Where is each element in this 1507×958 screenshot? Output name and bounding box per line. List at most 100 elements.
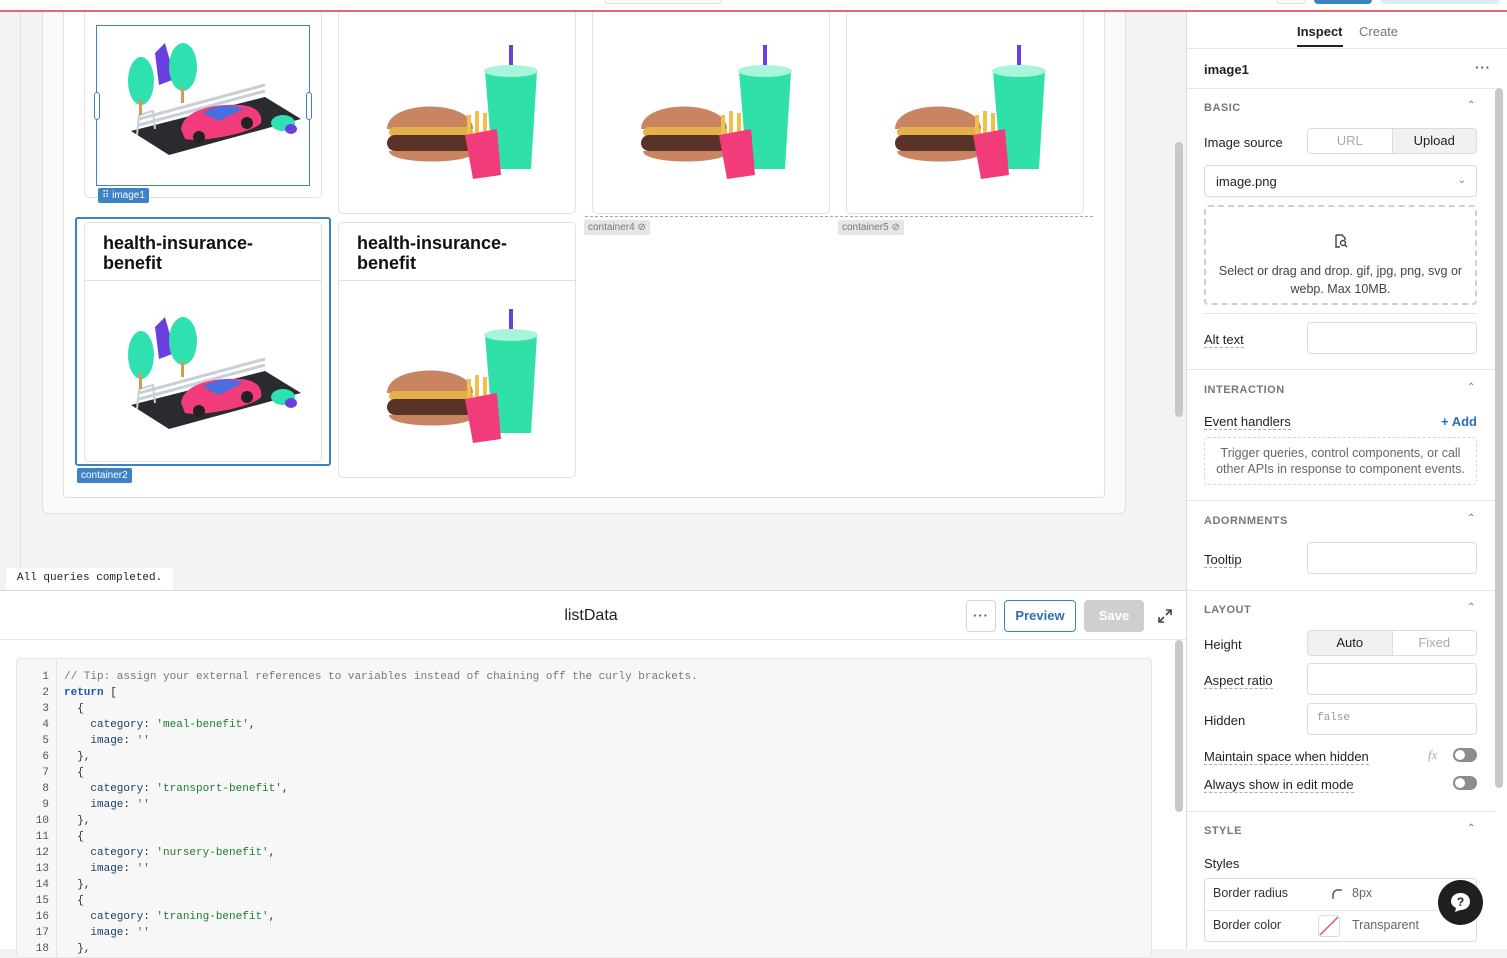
tab-create[interactable]: Create xyxy=(1359,24,1398,39)
canvas-guide-line xyxy=(20,12,21,572)
fx-icon[interactable]: fx xyxy=(1428,747,1437,763)
top-toolbar-strip xyxy=(0,0,1507,12)
source-upload-option[interactable]: Upload xyxy=(1391,129,1476,153)
code-line[interactable]: 1 // Tip: assign your external references… xyxy=(17,669,1151,685)
code-text: image: '' xyxy=(64,797,150,813)
hidden-input[interactable]: false xyxy=(1307,703,1477,735)
chevron-up-icon[interactable]: ⌃ xyxy=(1467,602,1475,613)
code-line[interactable]: 13 image: '' xyxy=(17,861,1151,877)
section-interaction-heading[interactable]: INTERACTION xyxy=(1204,384,1285,396)
code-editor[interactable]: 1 // Tip: assign your external references… xyxy=(16,658,1152,958)
card-title: health-insurance-benefit xyxy=(339,223,575,281)
image-source-label: Image source xyxy=(1204,135,1283,150)
component-name[interactable]: image1 xyxy=(1204,62,1249,77)
code-line[interactable]: 14 }, xyxy=(17,877,1151,893)
aspect-ratio-input[interactable] xyxy=(1307,663,1477,695)
inspector-tabs: Inspect Create xyxy=(1187,12,1507,49)
toolbar-secondary-button[interactable] xyxy=(1380,0,1500,4)
code-line[interactable]: 8 category: 'transport-benefit', xyxy=(17,781,1151,797)
food-card-4[interactable]: health-insurance-benefit xyxy=(338,222,576,478)
toolbar-input[interactable] xyxy=(604,0,722,4)
code-line[interactable]: 5 image: '' xyxy=(17,733,1151,749)
code-line[interactable]: 11 { xyxy=(17,829,1151,845)
code-line[interactable]: 12 category: 'nursery-benefit', xyxy=(17,845,1151,861)
code-line[interactable]: 3 { xyxy=(17,701,1151,717)
height-fixed-option[interactable]: Fixed xyxy=(1392,631,1476,655)
code-line[interactable]: 15 { xyxy=(17,893,1151,909)
code-text: { xyxy=(64,893,84,909)
code-line[interactable]: 10 }, xyxy=(17,813,1151,829)
code-token: , xyxy=(248,719,256,731)
code-line[interactable]: 9 image: '' xyxy=(17,797,1151,813)
add-event-handler-button[interactable]: + Add xyxy=(1441,414,1477,429)
section-layout-heading[interactable]: LAYOUT xyxy=(1204,604,1251,616)
line-number: 5 xyxy=(42,735,49,747)
food-card-3[interactable] xyxy=(846,12,1084,214)
divider xyxy=(1187,369,1495,370)
component-more-button[interactable]: ··· xyxy=(1475,60,1491,75)
image1-resize-left-handle[interactable] xyxy=(94,92,100,120)
chevron-up-icon[interactable]: ⌃ xyxy=(1467,100,1475,111)
help-icon: ? xyxy=(1451,893,1470,912)
code-line[interactable]: 17 image: '' xyxy=(17,925,1151,941)
code-text: { xyxy=(64,701,84,717)
drop-zone-indicator xyxy=(585,216,1093,217)
code-token: : xyxy=(143,719,157,731)
car-card-2[interactable]: health-insurance-benefit xyxy=(84,222,322,462)
code-token: '' xyxy=(136,799,150,811)
toolbar-button[interactable] xyxy=(1276,0,1306,4)
border-color-label[interactable]: Border color xyxy=(1213,918,1281,932)
image-file-value: image.png xyxy=(1216,174,1277,189)
canvas-scroll-thumb[interactable] xyxy=(1175,142,1183,417)
image-file-select[interactable]: image.png ⌄ xyxy=(1204,165,1477,197)
tab-inspect[interactable]: Inspect xyxy=(1297,24,1343,47)
height-auto-option[interactable]: Auto xyxy=(1308,631,1393,655)
tooltip-label: Tooltip xyxy=(1204,552,1242,568)
query-more-button[interactable]: ··· xyxy=(966,600,996,632)
chevron-up-icon[interactable]: ⌃ xyxy=(1467,382,1475,393)
transparent-swatch-icon[interactable] xyxy=(1318,915,1340,937)
border-color-value[interactable]: Transparent xyxy=(1352,918,1419,932)
food-card-2[interactable] xyxy=(592,12,830,214)
help-button[interactable]: ? xyxy=(1438,880,1483,925)
code-line[interactable]: 4 category: 'meal-benefit', xyxy=(17,717,1151,733)
tooltip-input[interactable] xyxy=(1307,542,1477,574)
border-radius-label[interactable]: Border radius xyxy=(1213,886,1288,900)
image1-resize-right-handle[interactable] xyxy=(306,92,312,120)
code-line[interactable]: 7 { xyxy=(17,765,1151,781)
editor-scrollbar[interactable] xyxy=(1172,640,1186,949)
container5-tag[interactable]: container5 ⊘ xyxy=(838,220,904,235)
image1-tag[interactable]: ⠿ image1 xyxy=(98,188,149,203)
container5-tag-label: container5 xyxy=(842,222,889,233)
section-basic-heading[interactable]: BASIC xyxy=(1204,102,1241,114)
code-line[interactable]: 6 }, xyxy=(17,749,1151,765)
section-adornments-heading[interactable]: ADORNMENTS xyxy=(1204,515,1288,527)
container4-tag[interactable]: container4 ⊘ xyxy=(584,220,650,235)
always-show-toggle[interactable] xyxy=(1453,776,1477,790)
line-number: 11 xyxy=(35,831,49,843)
styles-list: Border radius 8px Border color Transpare… xyxy=(1204,878,1477,942)
container2-tag[interactable]: container2 xyxy=(77,468,132,483)
chevron-up-icon[interactable]: ⌃ xyxy=(1467,823,1475,834)
maintain-space-toggle[interactable] xyxy=(1453,748,1477,762)
query-editor-header: listData ··· Preview Save xyxy=(0,590,1186,640)
file-drop-zone[interactable]: Select or drag and drop. gif, jpg, png, … xyxy=(1204,205,1477,305)
code-token: category xyxy=(64,783,144,795)
code-line[interactable]: 2 return [ xyxy=(17,685,1151,701)
food-card-1[interactable] xyxy=(338,12,576,214)
editor-scroll-thumb[interactable] xyxy=(1175,640,1183,812)
panel-scrollbar[interactable] xyxy=(1495,88,1503,788)
expand-icon[interactable] xyxy=(1157,608,1173,624)
code-line[interactable]: 16 category: 'traning-benefit', xyxy=(17,909,1151,925)
alt-text-input[interactable] xyxy=(1307,322,1477,354)
border-radius-value[interactable]: 8px xyxy=(1352,886,1372,900)
preview-button[interactable]: Preview xyxy=(1004,600,1076,632)
save-button[interactable]: Save xyxy=(1084,600,1144,632)
canvas-scrollbar[interactable] xyxy=(1172,12,1186,590)
code-line[interactable]: 18 }, xyxy=(17,941,1151,957)
code-token: 'nursery-benefit' xyxy=(156,847,269,859)
section-style-heading[interactable]: STYLE xyxy=(1204,825,1242,837)
source-url-option[interactable]: URL xyxy=(1308,129,1392,153)
toolbar-primary-button[interactable] xyxy=(1314,0,1372,4)
chevron-up-icon[interactable]: ⌃ xyxy=(1467,513,1475,524)
